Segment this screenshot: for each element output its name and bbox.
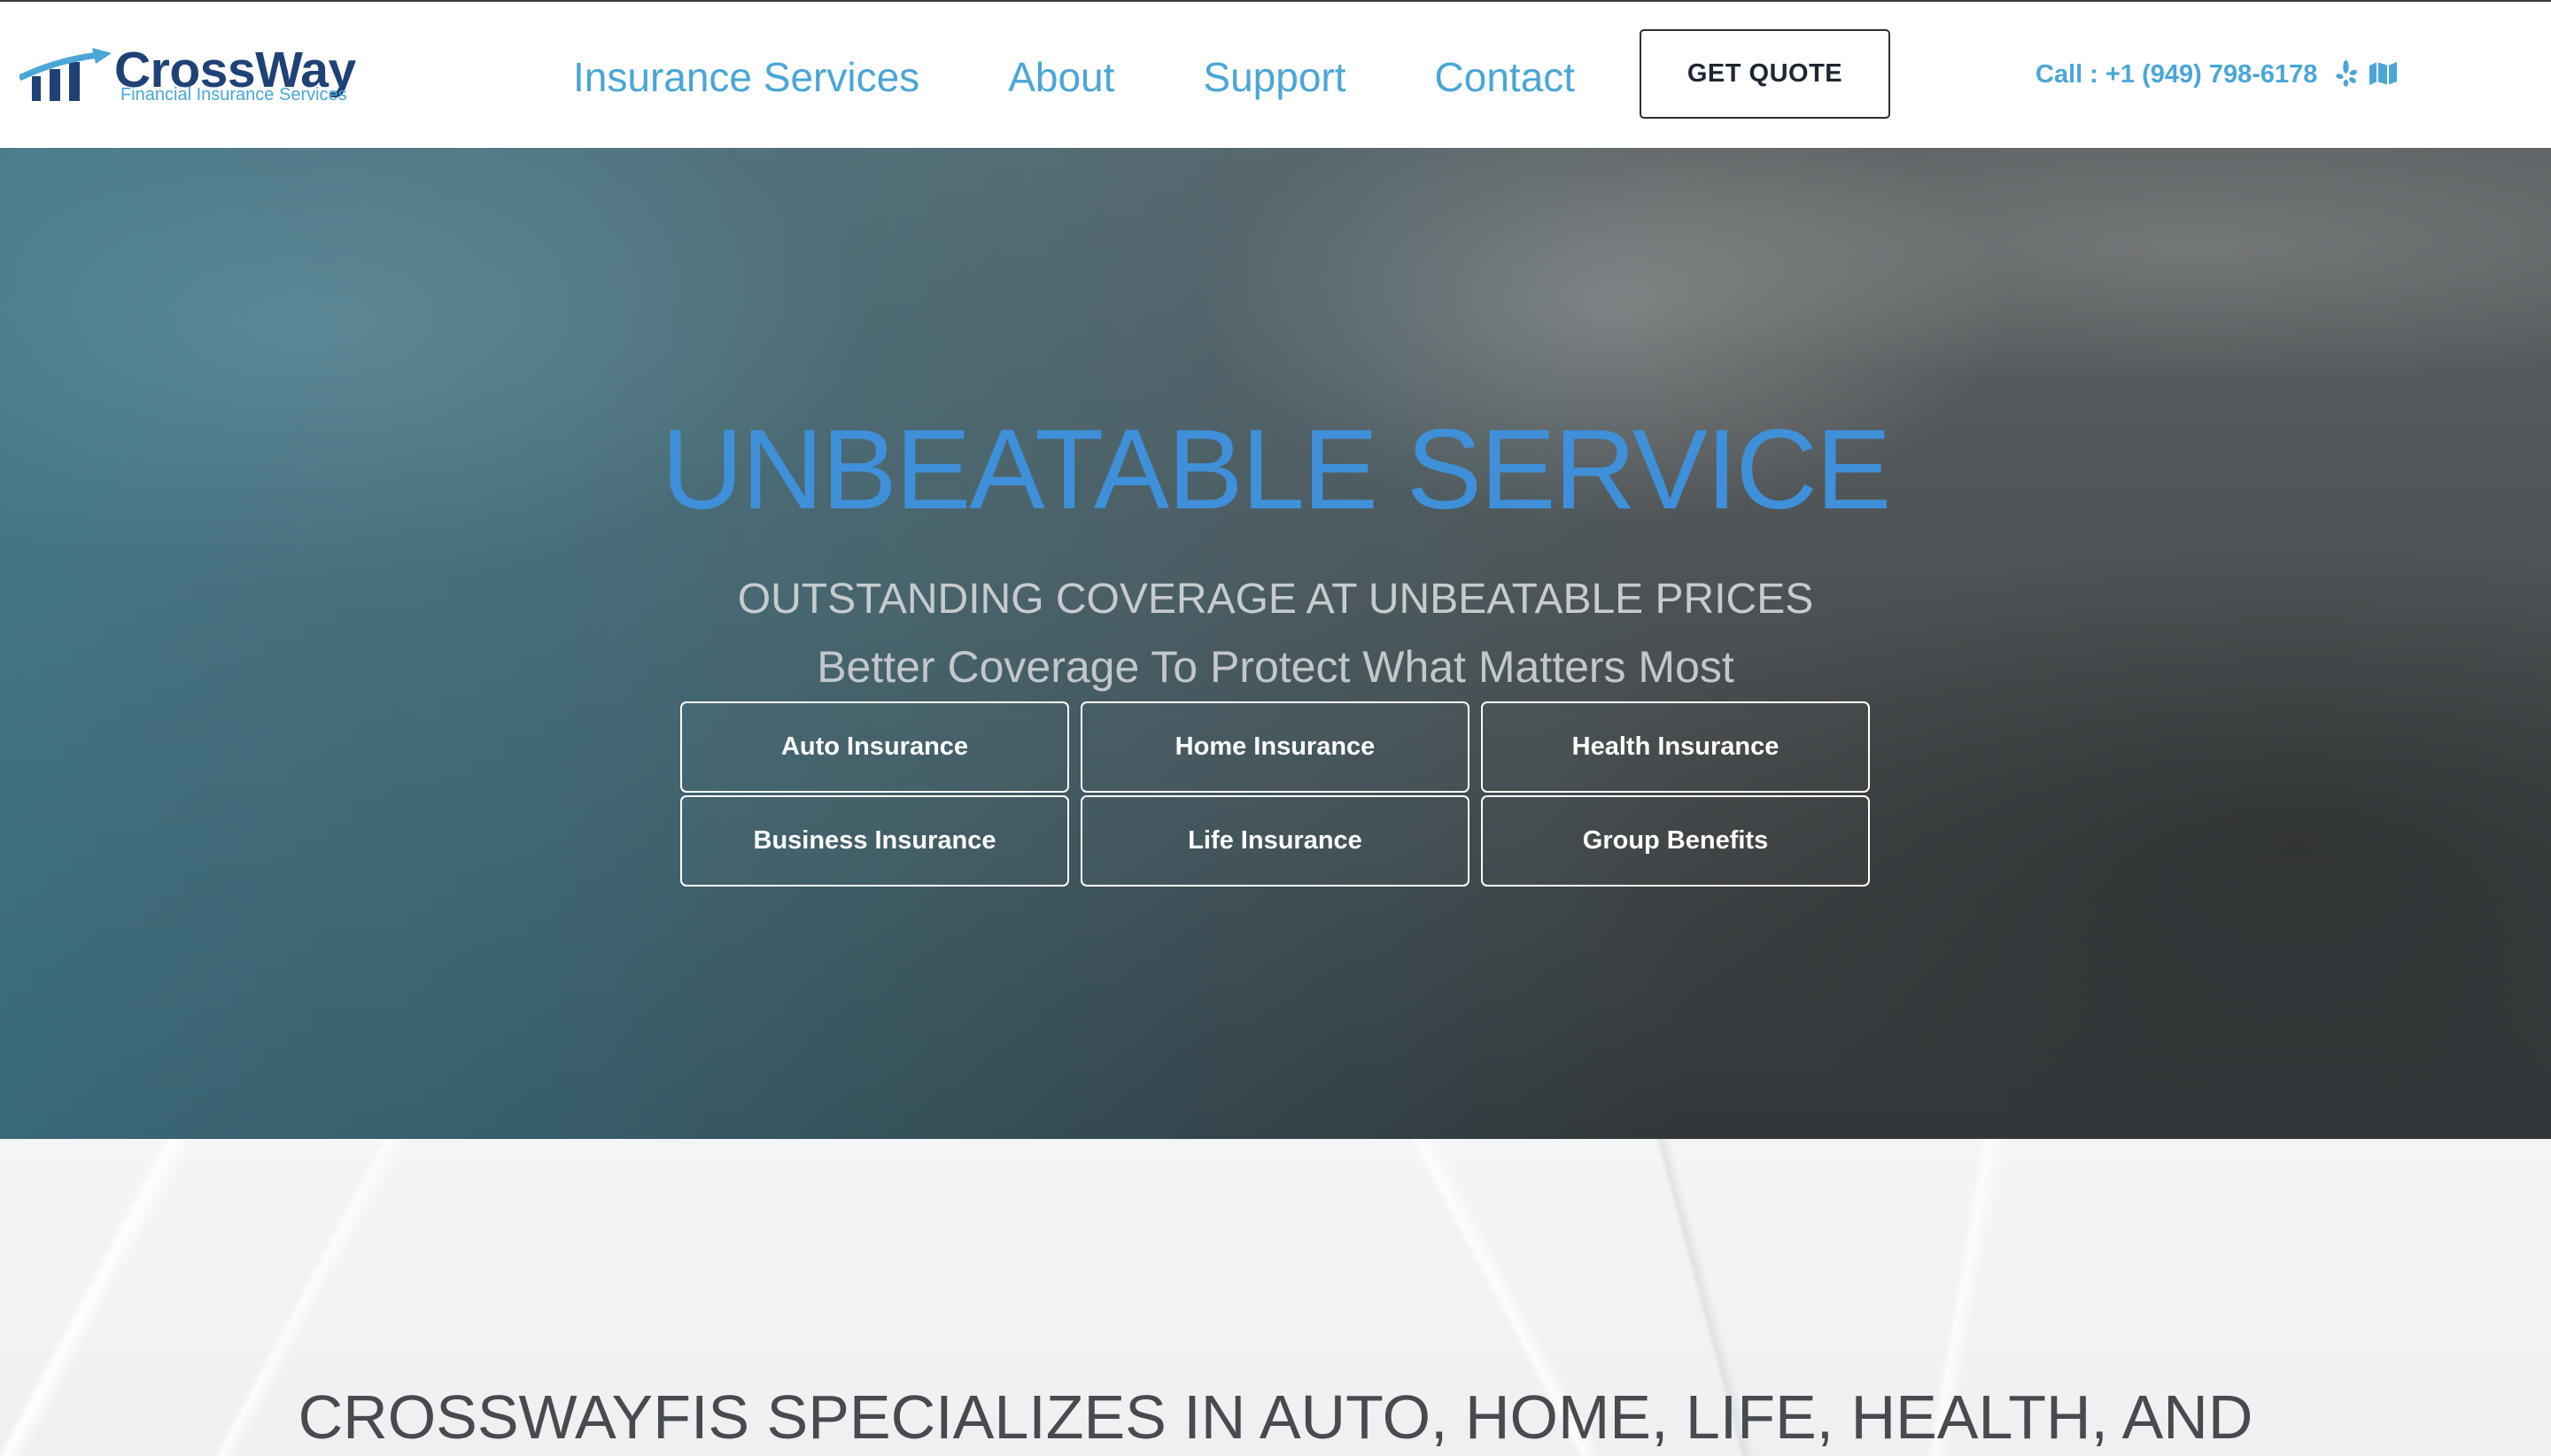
intro-section: CROSSWAYFIS SPECIALIZES IN AUTO, HOME, L… [0,1139,2551,1456]
logo-arrowhead [92,48,112,64]
hero-tagline: Better Coverage To Protect What Matters … [817,642,1734,692]
yelp-petal [2343,79,2349,87]
yelp-petal [2343,60,2349,74]
map-shape [2369,62,2397,85]
map-icon[interactable] [2369,61,2398,86]
logo-bar-small [32,76,41,101]
site-header: CrossWay Financial Insurance Services In… [0,0,2551,148]
yelp-petal [2349,77,2356,83]
hero-banner: UNBEATABLE SERVICE OUTSTANDING COVERAGE … [0,148,2551,1139]
nav-contact[interactable]: Contact [1435,57,1576,97]
main-nav: Insurance Services About Support Contact [573,57,1575,97]
hero-subheadline: OUTSTANDING COVERAGE AT UNBEATABLE PRICE… [737,576,1814,623]
nav-insurance-services[interactable]: Insurance Services [573,57,919,97]
insurance-type-buttons: Auto Insurance Home Insurance Health Ins… [680,701,1870,887]
life-insurance-button[interactable]: Life Insurance [1081,795,1469,887]
health-insurance-button[interactable]: Health Insurance [1481,701,1870,793]
rising-bars-logo-icon [19,48,112,101]
logo-bar-medium [50,69,60,101]
get-quote-button[interactable]: GET QUOTE [1640,29,1890,119]
yelp-petal [2336,74,2344,80]
nav-about[interactable]: About [1008,57,1114,97]
nav-support[interactable]: Support [1203,57,1345,97]
logo-tagline: Financial Insurance Services [120,85,347,105]
hero-headline: UNBEATABLE SERVICE [661,407,1892,533]
yelp-petal [2349,69,2358,75]
group-benefits-button[interactable]: Group Benefits [1481,795,1870,887]
intro-heading: CROSSWAYFIS SPECIALIZES IN AUTO, HOME, L… [298,1382,2253,1452]
business-insurance-button[interactable]: Business Insurance [680,795,1069,887]
home-insurance-button[interactable]: Home Insurance [1081,701,1469,793]
auto-insurance-button[interactable]: Auto Insurance [680,701,1069,793]
logo-link[interactable]: CrossWay Financial Insurance Services [19,0,374,142]
logo-bar-tall [69,62,80,101]
yelp-icon[interactable] [2335,60,2359,87]
call-phone-link[interactable]: Call : +1 (949) 798-6178 [2035,62,2317,88]
